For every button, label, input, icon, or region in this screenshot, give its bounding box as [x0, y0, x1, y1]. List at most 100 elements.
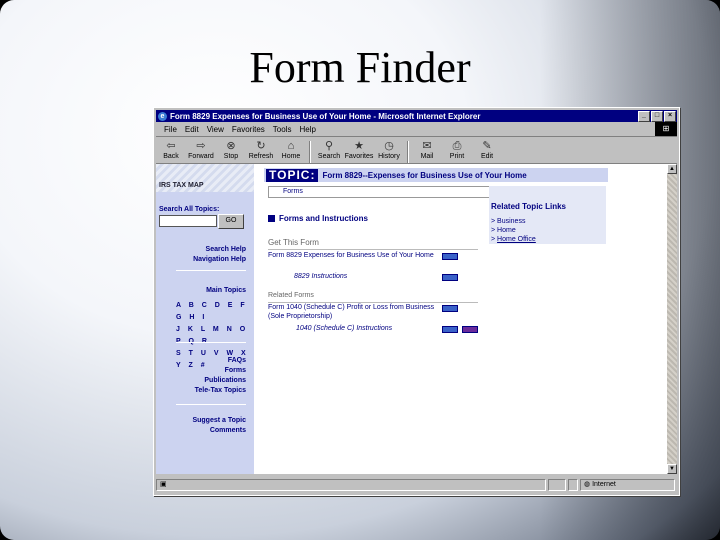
publications-link[interactable]: Publications — [195, 376, 246, 386]
download-button[interactable] — [442, 326, 458, 333]
browser-window: e Form 8829 Expenses for Business Use of… — [153, 107, 680, 496]
go-button[interactable]: GO — [218, 214, 244, 229]
topic-label: TOPIC: — [266, 168, 319, 182]
alphabet-row[interactable]: A B C D E F G H I — [176, 300, 250, 324]
favorites-button[interactable]: ★ Favorites — [344, 139, 374, 163]
forward-arrow-icon: ⇨ — [196, 140, 206, 152]
internet-explorer-icon: e — [158, 111, 167, 121]
security-zone: ◍ Internet — [580, 479, 675, 491]
edit-icon: ✎ — [482, 140, 492, 152]
toolbar-separator — [309, 141, 311, 163]
mail-button[interactable]: ✉ Mail — [412, 139, 442, 163]
menu-view[interactable]: View — [207, 125, 224, 134]
page-icon: ▣ — [160, 481, 167, 488]
edit-button[interactable]: ✎ Edit — [472, 139, 502, 163]
divider — [268, 249, 478, 250]
logo-text: IRS TAX MAP — [159, 182, 204, 189]
status-bar: ▣ ◍ Internet — [156, 478, 677, 492]
back-label: Back — [163, 153, 179, 160]
edit-label: Edit — [480, 153, 494, 160]
vertical-scrollbar[interactable]: ▲ ▼ — [667, 164, 677, 474]
menu-tools[interactable]: Tools — [273, 125, 292, 134]
download-button[interactable] — [442, 274, 458, 281]
section-title: Forms and Instructions — [279, 214, 368, 223]
search-label: Search — [317, 153, 341, 160]
globe-icon: ◍ — [584, 481, 591, 488]
home-icon: ⌂ — [287, 140, 295, 152]
divider — [176, 270, 246, 271]
related-topic-text: Home — [497, 227, 516, 234]
schedule-c-link[interactable]: Form 1040 (Schedule C) Profit or Loss fr… — [268, 303, 438, 321]
navigation-help-link[interactable]: Navigation Help — [193, 255, 246, 265]
main-topics-heading: Main Topics — [206, 287, 246, 294]
feedback-links: Suggest a Topic Comments — [192, 416, 246, 436]
close-button[interactable]: × — [664, 110, 676, 122]
form-8829-instructions-link[interactable]: 8829 Instructions — [294, 272, 347, 281]
home-button[interactable]: ⌂ Home — [276, 139, 306, 163]
search-label: Search All Topics: — [159, 206, 220, 213]
form-8829-link[interactable]: Form 8829 Expenses for Business Use of Y… — [268, 251, 440, 260]
menu-edit[interactable]: Edit — [185, 125, 199, 134]
back-button[interactable]: ⇦ Back — [156, 139, 186, 163]
toolbar: ⇦ Back ⇨ Forward ⊗ Stop ↻ Refresh ⌂ Home ⚲ Sea… — [156, 137, 677, 164]
faqs-link[interactable]: FAQs — [195, 356, 246, 366]
window-title: Form 8829 Expenses for Business Use of Y… — [170, 111, 481, 121]
minimize-button[interactable]: _ — [638, 110, 650, 122]
maximize-button[interactable]: □ — [651, 110, 663, 122]
schedule-c-instructions-link[interactable]: 1040 (Schedule C) Instructions — [296, 324, 392, 333]
stop-label: Stop — [223, 153, 239, 160]
slide-title: Form Finder — [249, 43, 471, 92]
history-label: History — [378, 153, 400, 160]
forward-button[interactable]: ⇨ Forward — [186, 139, 216, 163]
forward-label: Forward — [188, 153, 214, 160]
scroll-up-arrow-icon[interactable]: ▲ — [667, 164, 677, 174]
related-topic-text: Home Office — [497, 236, 536, 243]
download-button[interactable] — [462, 326, 478, 333]
search-button[interactable]: ⚲ Search — [314, 139, 344, 163]
comments-link[interactable]: Comments — [192, 426, 246, 436]
window-titlebar: e Form 8829 Expenses for Business Use of… — [156, 110, 677, 122]
download-button[interactable] — [442, 305, 458, 312]
resource-links: FAQs Forms Publications Tele-Tax Topics — [195, 356, 246, 396]
alphabet-row[interactable]: J K L M N O P Q R — [176, 324, 250, 348]
download-button[interactable] — [442, 253, 458, 260]
zone-label: Internet — [592, 481, 616, 488]
bullet-square-icon — [268, 215, 275, 223]
favorites-icon: ★ — [354, 140, 364, 152]
tele-tax-link[interactable]: Tele-Tax Topics — [195, 386, 246, 396]
menu-favorites[interactable]: Favorites — [232, 125, 265, 134]
divider — [176, 342, 246, 343]
topic-title: Form 8829--Expenses for Business Use of … — [322, 170, 527, 180]
status-message: ▣ — [156, 479, 546, 491]
history-icon: ◷ — [384, 140, 394, 152]
history-button[interactable]: ◷ History — [374, 139, 404, 163]
windows-logo-icon: ⊞ — [655, 122, 677, 136]
status-cell — [548, 479, 566, 491]
irs-tax-map-logo: IRS TAX MAP — [156, 164, 254, 192]
page-content: IRS TAX MAP Search All Topics: GO Search… — [156, 164, 667, 474]
mail-label: Mail — [420, 153, 434, 160]
search-help-link[interactable]: Search Help — [193, 245, 246, 255]
slide-background: Form Finder e Form 8829 Expenses for Bus… — [0, 0, 720, 540]
forms-link[interactable]: Forms — [195, 366, 246, 376]
get-this-form-heading: Get This Form — [268, 238, 319, 247]
stop-button[interactable]: ⊗ Stop — [216, 139, 246, 163]
suggest-topic-link[interactable]: Suggest a Topic — [192, 416, 246, 426]
refresh-button[interactable]: ↻ Refresh — [246, 139, 276, 163]
search-icon: ⚲ — [324, 140, 334, 152]
print-button[interactable]: ⎙ Print — [442, 139, 472, 163]
related-topic-link[interactable]: > Business — [491, 218, 525, 226]
favorites-label: Favorites — [344, 153, 374, 160]
menu-file[interactable]: File — [164, 125, 177, 134]
scroll-down-arrow-icon[interactable]: ▼ — [667, 464, 677, 474]
divider — [176, 404, 246, 405]
sidebar: IRS TAX MAP Search All Topics: GO Search… — [156, 164, 254, 474]
search-input[interactable] — [159, 215, 217, 227]
stop-icon: ⊗ — [226, 140, 236, 152]
home-label: Home — [281, 153, 301, 160]
related-topic-link[interactable]: > Home — [491, 227, 516, 235]
menu-help[interactable]: Help — [299, 125, 315, 134]
menu-bar: File Edit View Favorites Tools Help — [156, 123, 677, 137]
related-topic-link[interactable]: > Home Office — [491, 236, 536, 244]
forms-tab[interactable]: Forms — [268, 186, 492, 198]
